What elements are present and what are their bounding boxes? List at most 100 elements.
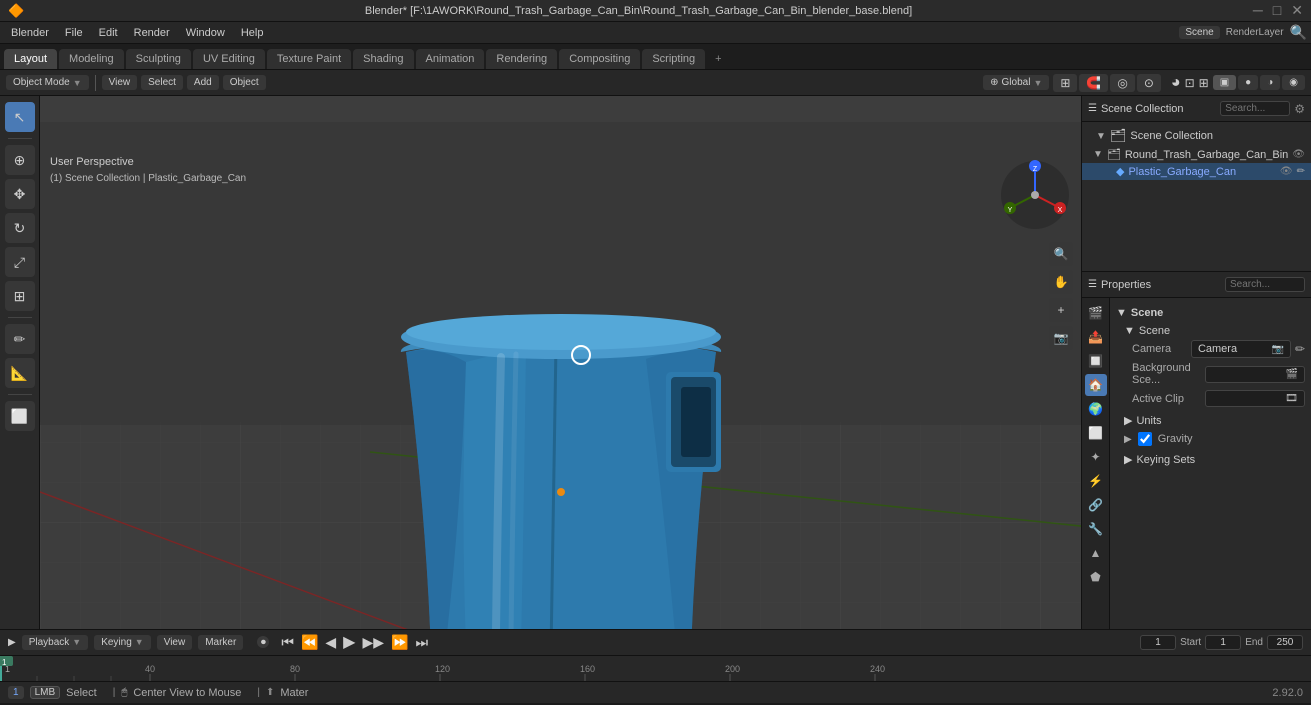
outliner-plastic-can[interactable]: ◆ Plastic_Garbage_Can 👁 ✏ [1082,163,1311,180]
search-icon[interactable]: 🔍 [1290,24,1307,41]
transform-global-selector[interactable]: ⊕ Global ▼ [983,75,1049,90]
move-tool[interactable]: ✥ [5,179,35,209]
tab-scripting[interactable]: Scripting [642,49,705,69]
rotate-tool[interactable]: ↻ [5,213,35,243]
view-menu[interactable]: View [102,75,138,90]
xray-icon[interactable]: ⊞ [1199,76,1209,90]
cursor-tool[interactable]: ⊕ [5,145,35,175]
tab-uv-editing[interactable]: UV Editing [193,49,265,69]
hand-pan-icon[interactable]: ✋ [1049,270,1073,294]
wireframe-shading[interactable]: ▣ [1213,75,1236,90]
object-mode-selector[interactable]: Object Mode ▼ [6,75,89,90]
zoom-in-icon[interactable]: + [1049,298,1073,322]
play-btn[interactable]: ▶ [341,632,357,652]
prop-modifiers-tab[interactable]: 🔧 [1085,518,1107,540]
object-visibility-icon[interactable]: 👁 [1280,166,1293,177]
expand-icon-2[interactable]: ▼ [1093,149,1103,160]
prop-view-layer-tab[interactable]: 🔲 [1085,350,1107,372]
tab-add-button[interactable]: + [707,49,729,69]
properties-search-input[interactable] [1225,277,1305,292]
zoom-to-fit-icon[interactable]: 🔍 [1049,242,1073,266]
scene-selector[interactable]: Scene [1179,26,1219,39]
outliner-filter-icon[interactable]: ⚙ [1294,102,1305,116]
tab-compositing[interactable]: Compositing [559,49,640,69]
menu-edit[interactable]: Edit [92,25,125,41]
maximize-btn[interactable]: □ [1273,2,1281,19]
current-frame-input[interactable] [1140,635,1176,650]
tab-animation[interactable]: Animation [416,49,485,69]
tab-rendering[interactable]: Rendering [486,49,557,69]
prop-physics-tab[interactable]: ⚡ [1085,470,1107,492]
jump-end-btn[interactable]: ⏭ [413,634,430,651]
proportional-edit-icon[interactable]: ◎ [1110,74,1134,92]
units-section-header[interactable]: ▶ Units [1124,411,1305,430]
close-btn[interactable]: ✕ [1291,2,1303,19]
prop-world-tab[interactable]: 🌍 [1085,398,1107,420]
transform-tool[interactable]: ⊞ [5,281,35,311]
scale-tool[interactable]: ⤢ [5,247,35,277]
viewport-3d[interactable]: User Perspective (1) Scene Collection | … [40,96,1081,629]
prop-data-tab[interactable]: ▲ [1085,542,1107,564]
menu-file[interactable]: File [58,25,90,41]
outliner-content[interactable]: ▼ 🗂 Scene Collection ▼ 🗂 Round_Trash_Gar… [1082,122,1311,272]
prop-material-tab[interactable]: ⬟ [1085,566,1107,588]
visibility-icon[interactable]: 👁 [1292,149,1305,160]
active-clip-field[interactable]: 🎞 [1205,390,1305,407]
keying-sets-header[interactable]: ▶ Keying Sets [1124,450,1305,469]
camera-icon[interactable]: 📷 [1049,326,1073,350]
add-cube-tool[interactable]: ⬜ [5,401,35,431]
next-frame-btn[interactable]: ▶▶ [360,634,386,651]
menu-window[interactable]: Window [179,25,232,41]
camera-edit-icon[interactable]: ✏ [1295,342,1305,356]
keying-menu[interactable]: Keying ▼ [94,635,151,650]
solid-shading[interactable]: ● [1238,75,1258,90]
bg-scene-field[interactable]: 🎬 [1205,366,1305,383]
object-menu[interactable]: Object [223,75,266,90]
scene-section-header[interactable]: ▼ Scene [1116,304,1305,322]
start-frame-input[interactable] [1205,635,1241,650]
measure-tool[interactable]: 📐 [5,358,35,388]
timeline-ruler[interactable]: 1 40 80 120 160 200 240 [0,656,1311,681]
view-menu-timeline[interactable]: View [157,635,193,650]
menu-render[interactable]: Render [127,25,177,41]
tab-shading[interactable]: Shading [353,49,413,69]
prop-particles-tab[interactable]: ✦ [1085,446,1107,468]
overlay-icon[interactable]: ⊡ [1185,76,1195,90]
camera-field[interactable]: Camera 📷 [1191,340,1291,358]
viewport-shading-icons[interactable]: ◕ [1171,74,1181,92]
scene-sub-header[interactable]: ▼ Scene [1124,322,1305,340]
menu-blender[interactable]: Blender [4,25,56,41]
tab-sculpting[interactable]: Sculpting [126,49,191,69]
prop-constraints-tab[interactable]: 🔗 [1085,494,1107,516]
edit-icon[interactable]: ✏ [1297,166,1305,177]
record-button[interactable]: ⏺ [257,636,269,648]
select-menu[interactable]: Select [141,75,183,90]
prev-keyframe-btn[interactable]: ⏪ [299,634,320,651]
gravity-checkbox[interactable] [1138,432,1152,446]
tab-texture-paint[interactable]: Texture Paint [267,49,351,69]
prop-scene-tab[interactable]: 🏠 [1085,374,1107,396]
marker-menu[interactable]: Marker [198,635,243,650]
minimize-btn[interactable]: ─ [1253,2,1263,19]
outliner-search-input[interactable] [1220,101,1290,116]
prev-frame-btn[interactable]: ◀ [323,634,338,651]
material-shading[interactable]: ◑ [1260,75,1280,90]
outliner-scene-collection[interactable]: ▼ 🗂 Scene Collection [1082,126,1311,146]
orientation-gizmo[interactable]: Z X Y [998,158,1073,233]
next-keyframe-btn[interactable]: ⏩ [389,634,410,651]
annotate-tool[interactable]: ✏ [5,324,35,354]
prop-render-tab[interactable]: 🎬 [1085,302,1107,324]
snap-icon[interactable]: 🧲 [1079,74,1108,92]
transform-icon[interactable]: ⊞ [1053,74,1077,92]
expand-icon[interactable]: ▼ [1096,131,1106,142]
outliner-trash-bin-collection[interactable]: ▼ 🗂 Round_Trash_Garbage_Can_Bin 👁 [1082,146,1311,163]
tab-layout[interactable]: Layout [4,49,57,69]
playback-menu[interactable]: Playback ▼ [22,635,89,650]
select-tool[interactable]: ↖ [5,102,35,132]
tab-modeling[interactable]: Modeling [59,49,124,69]
add-menu[interactable]: Add [187,75,219,90]
prop-object-tab[interactable]: ⬜ [1085,422,1107,444]
menu-help[interactable]: Help [234,25,271,41]
rendered-shading[interactable]: ◉ [1282,75,1305,90]
end-frame-input[interactable] [1267,635,1303,650]
